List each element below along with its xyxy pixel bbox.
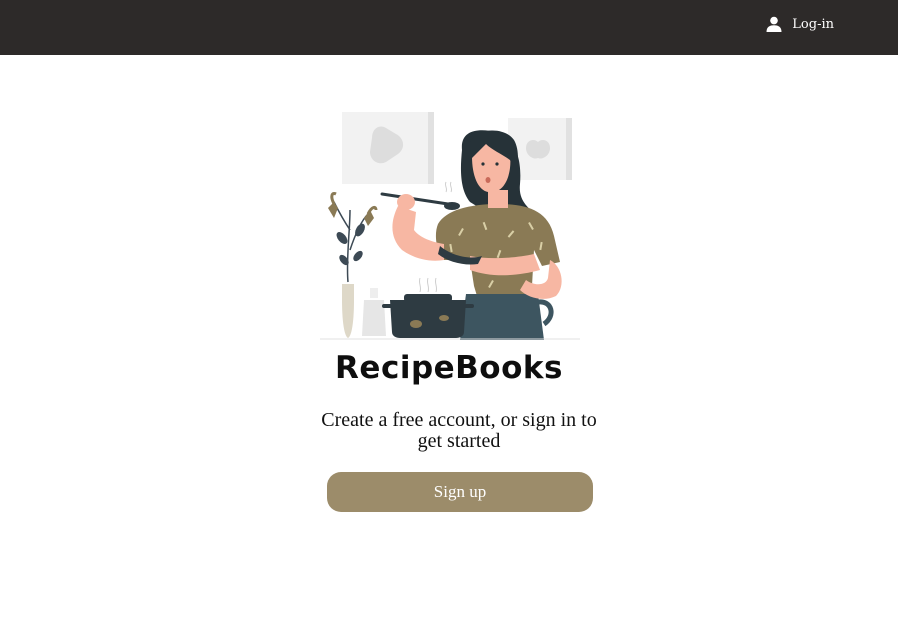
cooking-pot	[382, 277, 474, 338]
user-icon	[766, 16, 782, 32]
top-navigation-bar: Log-in	[0, 0, 898, 55]
login-label: Log-in	[792, 16, 834, 32]
salt-bottle	[362, 288, 386, 336]
brand-title: RecipeBooks	[335, 350, 563, 386]
signup-button[interactable]: Sign up	[327, 472, 593, 512]
tagline-text: Create a free account, or sign in to get…	[321, 409, 597, 452]
login-link[interactable]: Log-in	[766, 13, 834, 35]
oven-mitt-frame	[342, 112, 434, 184]
woman-cooking-illustration	[320, 112, 580, 340]
